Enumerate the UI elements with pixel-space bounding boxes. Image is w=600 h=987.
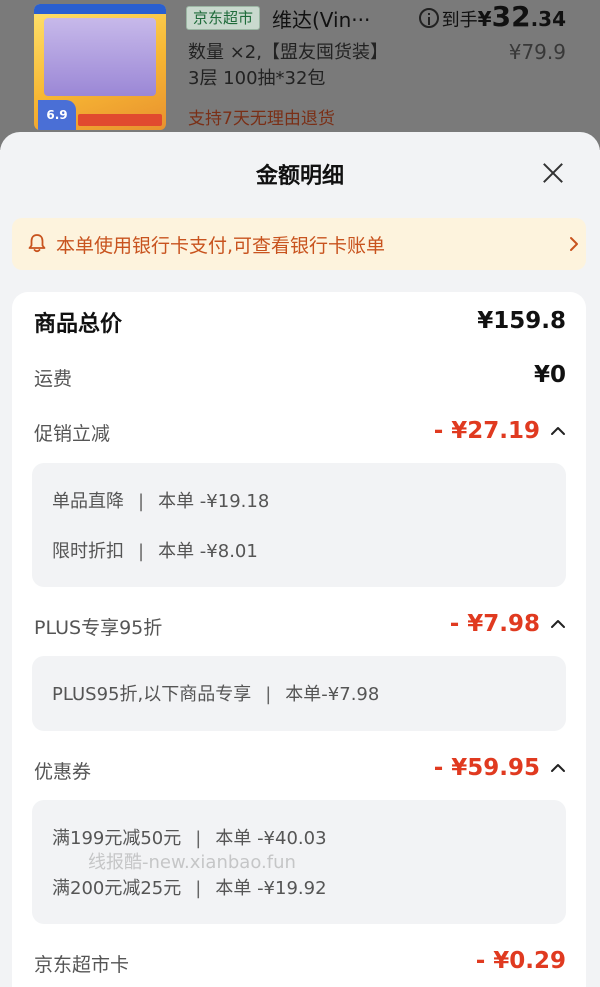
sheet-title: 金额明细 (255, 164, 344, 189)
total-value: ¥159.8 (477, 308, 566, 334)
info-icon[interactable] (419, 8, 439, 28)
coupon-detail-row: 满199元减50元 | 本单 -¥40.03 (52, 824, 327, 850)
product-thumbnail[interactable]: 6.9 (34, 4, 166, 130)
net-price-integer: 32 (491, 0, 531, 33)
thumb-product-pack (44, 18, 156, 96)
coupon-detail-amount: 本单 -¥40.03 (215, 828, 327, 849)
coupon-detail-amount: 本单 -¥19.92 (215, 878, 327, 899)
notice-text: 本单使用银行卡支付,可查看银行卡账单 (56, 235, 386, 257)
net-price-symbol: ¥ (477, 7, 492, 31)
chevron-up-icon[interactable] (550, 426, 566, 436)
coupon-detail-name: 满199元减50元 (52, 828, 182, 849)
coupon-detail-row: 满200元减25元 | 本单 -¥19.92 (52, 874, 327, 900)
plus-detail-box: PLUS95折,以下商品专享 | 本单-¥7.98 (32, 656, 566, 731)
supermarket-card-value: - ¥0.29 (475, 948, 566, 974)
promotion-detail-row: 单品直降 | 本单 -¥19.18 (52, 487, 269, 513)
coupon-value: - ¥59.95 (433, 755, 540, 781)
store-tag: 京东超市 (186, 6, 261, 30)
plus-value: - ¥7.98 (449, 611, 540, 637)
amount-detail-card: 商品总价 ¥159.8 运费 ¥0 促销立减 - ¥27.19 单品直降 | 本单 … (12, 292, 586, 987)
plus-label: PLUS专享95折 (34, 617, 163, 639)
promotion-detail-amount: 本单 -¥19.18 (158, 491, 270, 512)
product-spec: 数量 ×2,【盟友囤货装】3层 100抽*32包 (188, 42, 388, 89)
promotion-label: 促销立减 (34, 423, 111, 445)
promotion-value: - ¥27.19 (433, 418, 540, 444)
promotion-detail-name: 单品直降 (52, 491, 124, 512)
promotion-detail-row: 限时折扣 | 本单 -¥8.01 (52, 537, 258, 563)
promotion-detail-amount: 本单 -¥8.01 (158, 541, 258, 562)
watermark: 线报酷-new.xianbao.fun (88, 852, 296, 873)
net-price: 到手¥32.34 (442, 0, 566, 33)
plus-detail-amount: 本单-¥7.98 (285, 684, 380, 705)
thumb-promo-strip (78, 114, 162, 126)
thumb-top-strip (34, 4, 166, 14)
promotion-detail-box: 单品直降 | 本单 -¥19.18 限时折扣 | 本单 -¥8.01 (32, 463, 566, 587)
coupon-detail-name: 满200元减25元 (52, 878, 182, 899)
promotion-detail-name: 限时折扣 (52, 541, 124, 562)
separator: | (138, 491, 145, 512)
return-policy: 支持7天无理由退货 (188, 109, 335, 129)
chevron-up-icon[interactable] (550, 763, 566, 773)
plus-detail-row: PLUS95折,以下商品专享 | 本单-¥7.98 (52, 680, 379, 706)
thumb-price-badge: 6.9 (38, 100, 76, 130)
chevron-right-icon (570, 237, 578, 251)
bank-card-notice[interactable]: 本单使用银行卡支付,可查看银行卡账单 (12, 218, 586, 270)
plus-detail-name: PLUS95折,以下商品专享 (52, 684, 252, 705)
shipping-label: 运费 (34, 368, 73, 390)
chevron-up-icon[interactable] (550, 619, 566, 629)
total-label: 商品总价 (34, 312, 123, 337)
bell-icon (28, 234, 46, 253)
net-price-decimal: .34 (530, 7, 566, 31)
product-title[interactable]: 维达(Vin··· (272, 4, 370, 33)
close-icon[interactable] (540, 160, 566, 186)
coupon-label: 优惠券 (34, 761, 92, 783)
supermarket-card-label: 京东超市卡 (34, 954, 130, 976)
separator: | (265, 684, 272, 705)
separator: | (138, 541, 145, 562)
net-price-label: 到手 (441, 10, 478, 31)
product-card[interactable]: 6.9 京东超市 维达(Vin··· 到手¥32.34 ¥79.9 数量 ×2,… (0, 0, 600, 150)
separator: | (195, 878, 202, 899)
original-price: ¥79.9 (508, 40, 566, 64)
shipping-value: ¥0 (533, 362, 566, 388)
separator: | (195, 828, 202, 849)
